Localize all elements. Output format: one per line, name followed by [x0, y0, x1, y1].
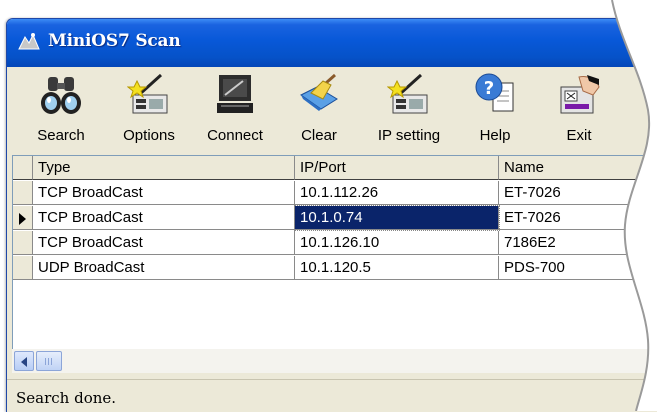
torn-edge-decoration [611, 0, 657, 411]
